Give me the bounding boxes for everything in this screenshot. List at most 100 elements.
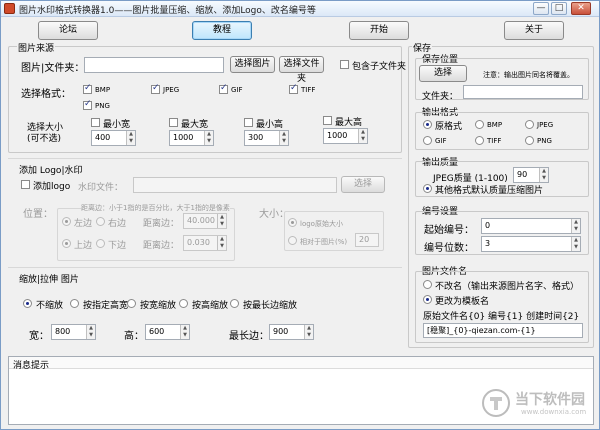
min-height-input[interactable]: 300 ▲ ▼ — [244, 130, 289, 146]
scale-width-value: 800 — [55, 327, 71, 336]
add-logo-checkbox[interactable] — [21, 180, 30, 189]
include-subfolders-checkbox[interactable] — [340, 60, 349, 69]
position-right-radio[interactable] — [96, 217, 105, 226]
start-number-spinner[interactable]: ▲ ▼ — [571, 219, 580, 233]
output-original-label: 原格式 — [435, 122, 463, 132]
select-folder-button[interactable]: 选择文件夹 — [279, 56, 324, 84]
format-bmp-label: BMP — [95, 86, 111, 94]
scale-height-spinner[interactable]: ▲ ▼ — [180, 325, 189, 339]
about-button[interactable]: 关于 — [504, 21, 564, 40]
position-top-radio[interactable] — [62, 239, 71, 248]
format-label: 选择格式： — [21, 89, 71, 100]
rename-radio[interactable] — [423, 295, 432, 304]
forum-button[interactable]: 论坛 — [38, 21, 98, 40]
top-margin-value: 0.030 — [187, 238, 210, 247]
output-bmp-radio[interactable] — [475, 120, 484, 129]
scale-width-input[interactable]: 800 ▲ ▼ — [51, 324, 96, 340]
scale-width-radio[interactable] — [127, 299, 136, 308]
output-tiff-label: TIFF — [487, 137, 502, 145]
right-margin-input[interactable]: 40.000 ▲ ▼ — [183, 213, 227, 229]
max-width-input[interactable]: 1000 ▲ ▼ — [169, 130, 214, 146]
site-watermark-text: 当下软件园 — [515, 392, 585, 408]
scale-longest-spinner[interactable]: ▲ ▼ — [304, 325, 313, 339]
position-left-radio[interactable] — [62, 217, 71, 226]
scale-height-input[interactable]: 600 ▲ ▼ — [145, 324, 190, 340]
logo-file-input[interactable] — [133, 177, 337, 193]
scale-none-radio[interactable] — [23, 299, 32, 308]
save-folder-input[interactable] — [463, 85, 583, 99]
output-jpeg-radio[interactable] — [525, 120, 534, 129]
select-image-button[interactable]: 选择图片 — [230, 56, 275, 73]
scale-longest-radio[interactable] — [230, 299, 239, 308]
min-width-checkbox[interactable] — [91, 118, 100, 127]
divider — [8, 267, 402, 268]
top-margin-spinner[interactable]: ▲ ▼ — [217, 236, 226, 250]
output-gif-radio[interactable] — [423, 136, 432, 145]
max-width-value: 1000 — [173, 133, 194, 142]
max-width-spinner[interactable]: ▲ ▼ — [204, 131, 213, 145]
digits-input[interactable]: 3 ▲ ▼ — [481, 236, 581, 252]
scale-longest-input[interactable]: 900 ▲ ▼ — [269, 324, 314, 340]
max-height-checkbox[interactable] — [323, 116, 332, 125]
minimize-button[interactable]: — — [533, 2, 549, 15]
format-jpeg-checkbox[interactable] — [151, 83, 160, 94]
format-gif-checkbox[interactable] — [219, 83, 228, 94]
position-bottom-label: 下边 — [108, 241, 127, 251]
logo-select-button[interactable]: 选择 — [341, 176, 385, 193]
include-subfolders-label: 包含子文件夹 — [352, 62, 407, 72]
jpeg-quality-spinner[interactable]: ▲ ▼ — [539, 168, 548, 182]
maximize-button[interactable]: □ — [551, 2, 567, 15]
output-original-radio[interactable] — [423, 120, 432, 129]
digits-value: 3 — [485, 239, 491, 248]
format-tiff-checkbox[interactable] — [289, 83, 298, 94]
scale-fixed-radio[interactable] — [70, 299, 79, 308]
min-width-spinner[interactable]: ▲ ▼ — [126, 131, 135, 145]
scale-width-spinner[interactable]: ▲ ▼ — [86, 325, 95, 339]
output-png-label: PNG — [537, 137, 552, 145]
start-button[interactable]: 开始 — [349, 21, 409, 40]
start-number-input[interactable]: 0 ▲ ▼ — [481, 218, 581, 234]
template-hint: 原始文件名{0} 编号{1} 创建时间{2} — [423, 312, 580, 322]
size-label-optional: (可不选) — [27, 134, 62, 144]
output-png-radio[interactable] — [525, 136, 534, 145]
position-right-label: 右边 — [108, 219, 127, 229]
logo-original-size-radio[interactable] — [288, 218, 297, 227]
output-tiff-radio[interactable] — [475, 136, 484, 145]
tutorial-button[interactable]: 教程 — [192, 21, 252, 40]
max-height-input[interactable]: 1000 ▲ ▼ — [323, 128, 368, 144]
jpeg-quality-input[interactable]: 90 ▲ ▼ — [513, 167, 549, 183]
min-width-input[interactable]: 400 ▲ ▼ — [91, 130, 136, 146]
max-height-value: 1000 — [327, 131, 348, 140]
template-input[interactable]: [稳聚]_{0}-qiezan.com-{1} — [423, 323, 583, 338]
output-gif-label: GIF — [435, 137, 447, 145]
max-width-checkbox[interactable] — [169, 118, 178, 127]
logo-relative-size-radio[interactable] — [288, 236, 297, 245]
scale-width-value-label: 宽： — [29, 331, 49, 342]
min-height-checkbox[interactable] — [244, 118, 253, 127]
position-bottom-radio[interactable] — [96, 239, 105, 248]
save-select-button[interactable]: 选择 — [419, 65, 467, 82]
max-height-spinner[interactable]: ▲ ▼ — [358, 129, 367, 143]
logo-original-size-label: logo原始大小 — [300, 220, 343, 228]
source-path-input[interactable] — [84, 57, 224, 73]
close-button[interactable]: ✕ — [571, 2, 591, 15]
right-margin-spinner[interactable]: ▲ ▼ — [217, 214, 226, 228]
logo-margin-hint: 距离边：小于1指的是百分比，大于1指的是像素 — [81, 203, 230, 213]
format-png-label: PNG — [95, 102, 110, 110]
digits-spinner[interactable]: ▲ ▼ — [571, 237, 580, 251]
other-quality-radio[interactable] — [423, 184, 432, 193]
scale-height-radio[interactable] — [179, 299, 188, 308]
scale-longest-value-label: 最长边： — [229, 331, 269, 342]
format-png-checkbox[interactable] — [83, 99, 92, 110]
scale-longest-label: 按最长边缩放 — [243, 301, 298, 311]
digits-label: 编号位数： — [424, 243, 474, 254]
no-rename-radio[interactable] — [423, 280, 432, 289]
top-margin-input[interactable]: 0.030 ▲ ▼ — [183, 235, 227, 251]
logo-relative-input[interactable]: 20 — [355, 233, 379, 247]
output-bmp-label: BMP — [487, 121, 503, 129]
scale-height-value: 600 — [149, 327, 165, 336]
title-bar[interactable]: 图片水印格式转换器1.0——图片批量压缩、缩放、添加Logo、改名编号等 — □… — [1, 1, 599, 17]
format-tiff-label: TIFF — [301, 86, 316, 94]
min-height-spinner[interactable]: ▲ ▼ — [279, 131, 288, 145]
format-bmp-checkbox[interactable] — [83, 83, 92, 94]
